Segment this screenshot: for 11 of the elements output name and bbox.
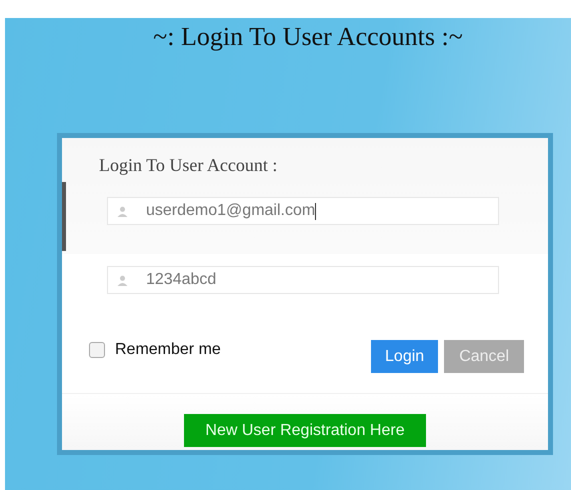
cancel-button[interactable]: Cancel — [444, 340, 524, 373]
page-title: ~: Login To User Accounts :~ — [152, 22, 464, 52]
login-button[interactable]: Login — [371, 340, 438, 373]
remember-checkbox[interactable] — [89, 342, 105, 358]
user-icon — [117, 274, 128, 286]
user-icon — [117, 206, 128, 216]
register-button[interactable]: New User Registration Here — [184, 414, 426, 447]
input-field[interactable]: userdemo1@gmail.com — [107, 197, 499, 225]
input-field[interactable]: 1234abcd — [107, 266, 499, 294]
form-heading: Login To User Account : — [99, 154, 278, 176]
remember-label: Remember me — [115, 341, 221, 359]
